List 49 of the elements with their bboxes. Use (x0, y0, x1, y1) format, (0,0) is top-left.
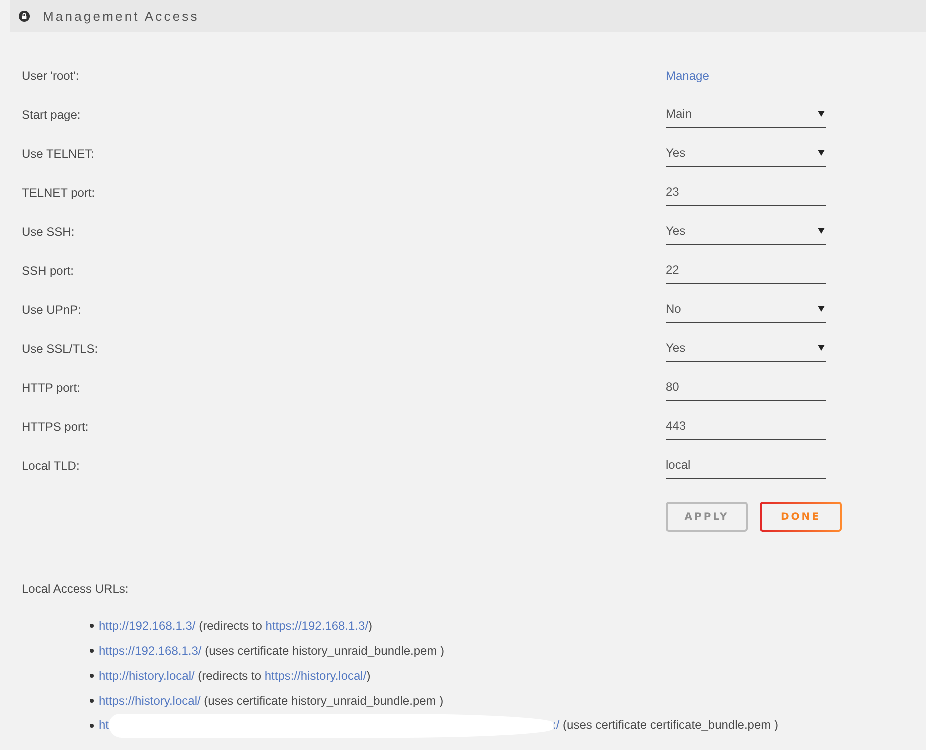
bullet-icon (90, 724, 94, 728)
text-field[interactable]: 23 (666, 179, 826, 206)
url-entry: https://history.local/ (uses certificate history_unraid_bundle.pem ) (99, 692, 444, 708)
bullet-icon (90, 648, 94, 652)
url-link[interactable]: ht (99, 718, 110, 732)
panel-title: Management Access (43, 8, 200, 24)
setting-label: HTTPS port: (22, 420, 89, 434)
action-button[interactable]: DONE (760, 502, 842, 532)
setting-label: HTTP port: (22, 380, 80, 394)
url-entry: ht :/ (uses certificate certificate_bundle.pem ) (99, 714, 778, 738)
section-heading: Local Access URLs: (22, 581, 129, 597)
text-field[interactable]: 22 (666, 257, 826, 284)
setting-label: Local TLD: (22, 458, 80, 472)
url-entry: https://192.168.1.3/ (uses certificate history_unraid_bundle.pem ) (99, 642, 445, 658)
text-field[interactable]: 443 (666, 413, 826, 440)
manage-link[interactable]: Manage (666, 68, 710, 82)
caret-icon (818, 228, 825, 234)
dropdown-field[interactable]: Yes (666, 218, 826, 245)
bullet-icon (90, 674, 94, 678)
url-link[interactable]: http://history.local/ (99, 668, 195, 682)
text-field[interactable]: 80 (666, 374, 826, 401)
lock-icon (19, 10, 30, 22)
dropdown-field[interactable]: Main (666, 101, 826, 128)
caret-icon (818, 306, 825, 312)
caret-icon (818, 345, 825, 351)
caret-icon (818, 111, 825, 117)
setting-label: Use SSL/TLS: (22, 342, 98, 356)
dropdown-field[interactable]: Yes (666, 335, 826, 362)
setting-label: TELNET port: (22, 186, 96, 200)
dropdown-field[interactable]: No (666, 296, 826, 323)
url-link[interactable]: :/ (553, 718, 560, 732)
caret-icon (818, 150, 825, 156)
bullet-icon (90, 698, 94, 702)
url-link[interactable]: https://history.local/ (264, 668, 367, 682)
url-link[interactable]: https://history.local/ (99, 694, 201, 708)
dropdown-field[interactable]: Yes (666, 140, 826, 167)
text-field[interactable]: local (666, 452, 826, 479)
url-link[interactable]: https://192.168.1.3/ (266, 618, 369, 632)
setting-label: Use SSH: (22, 224, 75, 238)
url-entry: http://192.168.1.3/ (redirects to https://192.168.1.3/) (99, 618, 373, 634)
bullet-icon (90, 624, 94, 628)
url-link[interactable]: https://192.168.1.3/ (99, 644, 202, 658)
url-link[interactable]: http://192.168.1.3/ (99, 618, 196, 632)
setting-label: Use UPnP: (22, 302, 82, 316)
setting-label: Use TELNET: (22, 146, 94, 160)
setting-label: Start page: (22, 108, 81, 122)
setting-label: User 'root': (22, 68, 80, 82)
url-entry: http://history.local/ (redirects to https://history.local/) (99, 668, 371, 684)
setting-label: SSH port: (22, 264, 74, 278)
